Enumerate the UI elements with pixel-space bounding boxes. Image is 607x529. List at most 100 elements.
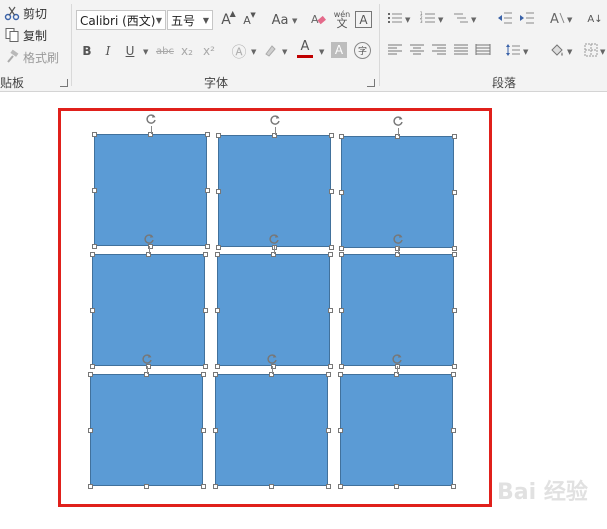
resize-handle[interactable] — [200, 427, 206, 433]
font-dialog-launcher[interactable] — [367, 79, 375, 87]
chevron-down-icon[interactable]: ▼ — [143, 48, 148, 56]
clear-formatting-button[interactable]: A — [309, 11, 327, 29]
resize-handle[interactable] — [451, 245, 457, 251]
chevron-down-icon[interactable]: ▼ — [567, 16, 572, 24]
clipboard-dialog-launcher[interactable] — [60, 79, 68, 87]
resize-handle[interactable] — [328, 244, 334, 250]
resize-handle[interactable] — [451, 363, 457, 369]
sort-button[interactable]: A↓ — [586, 10, 604, 28]
resize-handle[interactable] — [451, 133, 457, 139]
line-spacing-button[interactable] — [504, 42, 522, 60]
resize-handle[interactable] — [204, 187, 210, 193]
resize-handle[interactable] — [337, 427, 343, 433]
resize-handle[interactable] — [215, 244, 221, 250]
font-name-combo[interactable]: Calibri (西文) ▼ — [76, 10, 166, 30]
rotate-handle-icon[interactable] — [269, 114, 281, 126]
resize-handle[interactable] — [91, 187, 97, 193]
chevron-down-icon[interactable]: ▼ — [200, 11, 212, 29]
chevron-down-icon[interactable]: ▼ — [438, 16, 443, 24]
resize-handle[interactable] — [338, 189, 344, 195]
resize-handle[interactable] — [450, 371, 456, 377]
resize-handle[interactable] — [328, 132, 334, 138]
resize-handle[interactable] — [215, 188, 221, 194]
rectangle-shape[interactable] — [218, 135, 331, 247]
resize-handle[interactable] — [269, 483, 274, 489]
resize-handle[interactable] — [200, 483, 206, 489]
shrink-font-button[interactable]: A ▼ — [238, 11, 256, 29]
resize-handle[interactable] — [450, 483, 456, 489]
multilevel-list-button[interactable] — [452, 10, 470, 28]
resize-handle[interactable] — [450, 427, 456, 433]
chevron-down-icon[interactable]: ▼ — [567, 48, 572, 56]
rectangle-shape[interactable] — [215, 374, 328, 486]
italic-button[interactable]: I — [99, 42, 117, 60]
rotate-handle-icon[interactable] — [391, 353, 403, 365]
resize-handle[interactable] — [451, 307, 457, 313]
rotate-handle-icon[interactable] — [145, 113, 157, 125]
resize-handle[interactable] — [325, 483, 331, 489]
chevron-down-icon[interactable]: ▼ — [405, 16, 410, 24]
resize-handle[interactable] — [89, 363, 95, 369]
align-right-button[interactable] — [430, 42, 448, 60]
resize-handle[interactable] — [338, 245, 344, 251]
chevron-down-icon[interactable]: ▼ — [282, 48, 287, 56]
resize-handle[interactable] — [338, 133, 344, 139]
subscript-button[interactable]: x₂ — [178, 42, 196, 60]
resize-handle[interactable] — [337, 483, 343, 489]
resize-handle[interactable] — [325, 371, 331, 377]
resize-handle[interactable] — [327, 251, 333, 257]
rotate-handle-icon[interactable] — [266, 353, 278, 365]
rotate-handle-icon[interactable] — [268, 233, 280, 245]
text-effects-button[interactable]: Ⓐ — [230, 42, 248, 61]
chevron-down-icon[interactable]: ▼ — [251, 48, 256, 56]
character-border-button[interactable]: A — [355, 11, 372, 28]
strikethrough-button[interactable]: abc — [154, 42, 176, 60]
superscript-button[interactable]: x² — [200, 42, 218, 60]
format-painter-button[interactable]: 格式刷 — [4, 48, 59, 66]
borders-button[interactable] — [582, 42, 600, 60]
rectangle-shape[interactable] — [90, 374, 203, 486]
rectangle-shape[interactable] — [341, 254, 454, 366]
align-center-button[interactable] — [408, 42, 426, 60]
font-size-combo[interactable]: 五号 ▼ — [167, 10, 213, 30]
numbering-button[interactable]: 123 — [419, 10, 437, 28]
resize-handle[interactable] — [338, 307, 344, 313]
resize-handle[interactable] — [338, 251, 344, 257]
rectangle-shape[interactable] — [94, 134, 207, 246]
resize-handle[interactable] — [89, 251, 95, 257]
character-shading-button[interactable]: A — [331, 42, 347, 58]
shading-button[interactable] — [548, 42, 566, 60]
resize-handle[interactable] — [327, 307, 333, 313]
resize-handle[interactable] — [144, 483, 149, 489]
resize-handle[interactable] — [327, 363, 333, 369]
chevron-down-icon[interactable]: ▼ — [153, 11, 165, 29]
resize-handle[interactable] — [214, 251, 220, 257]
chevron-down-icon[interactable]: ▼ — [292, 17, 297, 25]
rotate-handle-icon[interactable] — [392, 115, 404, 127]
underline-button[interactable]: U — [121, 42, 139, 60]
resize-handle[interactable] — [394, 483, 399, 489]
resize-handle[interactable] — [451, 251, 457, 257]
chevron-down-icon[interactable]: ▼ — [523, 48, 528, 56]
resize-handle[interactable] — [89, 307, 95, 313]
bold-button[interactable]: B — [78, 42, 96, 60]
rectangle-shape[interactable] — [217, 254, 330, 366]
change-case-button[interactable]: Aa — [268, 11, 292, 29]
align-left-button[interactable] — [386, 42, 404, 60]
chevron-down-icon[interactable]: ▼ — [319, 48, 324, 56]
resize-handle[interactable] — [338, 363, 344, 369]
resize-handle[interactable] — [87, 427, 93, 433]
resize-handle[interactable] — [451, 189, 457, 195]
resize-handle[interactable] — [215, 132, 221, 138]
rotate-handle-icon[interactable] — [143, 233, 155, 245]
resize-handle[interactable] — [325, 427, 331, 433]
grow-font-button[interactable]: A ▲ — [217, 9, 236, 29]
rotate-handle-icon[interactable] — [141, 353, 153, 365]
rectangle-shape[interactable] — [341, 136, 454, 248]
resize-handle[interactable] — [212, 427, 218, 433]
chevron-down-icon[interactable]: ▼ — [600, 48, 605, 56]
resize-handle[interactable] — [91, 131, 97, 137]
rotate-handle-icon[interactable] — [392, 233, 404, 245]
rectangle-shape[interactable] — [92, 254, 205, 366]
cut-button[interactable]: 剪切 — [4, 4, 47, 22]
